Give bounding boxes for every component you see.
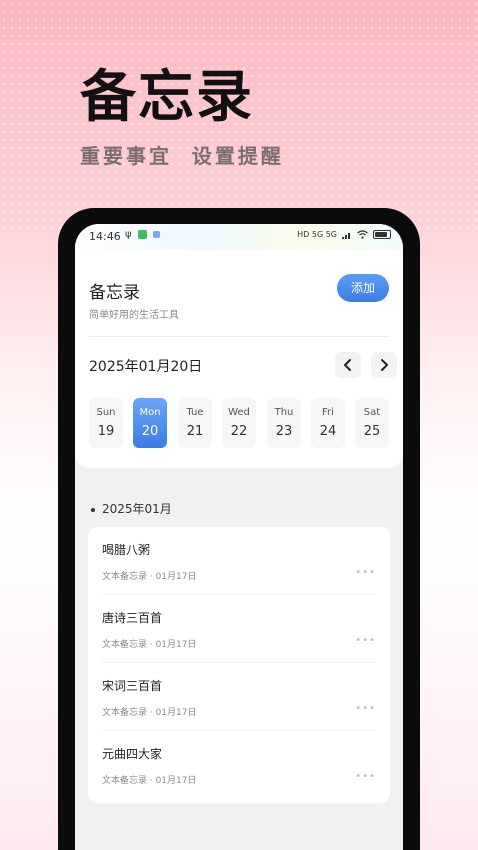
day-sun[interactable]: Sun 19 (89, 398, 123, 448)
day-name: Tue (186, 407, 204, 418)
day-thu[interactable]: Thu 23 (267, 398, 301, 448)
day-date: 22 (230, 424, 248, 439)
current-date: 2025年01月20日 (89, 359, 203, 375)
memo-item[interactable]: 宋词三百首 文本备忘录 · 01月17日 ••• (102, 663, 376, 731)
day-date: 23 (275, 424, 293, 439)
memo-title: 元曲四大家 (102, 747, 163, 761)
phone-screen: 14:46 ψ HD 5G 5G 备忘录 简单好用的生活工具 添加 2025年0… (75, 224, 403, 850)
memo-title: 喝腊八粥 (102, 543, 151, 557)
memo-title: 宋词三百首 (102, 679, 163, 693)
day-tue[interactable]: Tue 21 (178, 398, 212, 448)
day-date: 25 (363, 424, 381, 439)
signal-text: HD 5G 5G (297, 230, 337, 239)
chevron-right-icon (381, 359, 388, 371)
day-name: Wed (228, 407, 250, 418)
more-icon[interactable]: ••• (355, 567, 376, 578)
month-label: 2025年01月 (102, 502, 172, 516)
day-name: Fri (322, 407, 334, 418)
day-name: Thu (274, 407, 294, 418)
day-date: 20 (141, 424, 159, 439)
month-group-header: 2025年01月 (91, 500, 172, 517)
status-bar: 14:46 ψ HD 5G 5G (75, 224, 403, 250)
add-button[interactable]: 添加 (337, 274, 389, 302)
wifi-icon (357, 230, 368, 239)
usb-icon: ψ (125, 229, 132, 240)
divider (89, 336, 389, 337)
day-date: 21 (186, 424, 204, 439)
page-title: 备忘录 (89, 283, 140, 303)
more-icon[interactable]: ••• (355, 635, 376, 646)
prev-week-button[interactable] (335, 352, 361, 378)
memo-list: 喝腊八粥 文本备忘录 · 01月17日 ••• 唐诗三百首 文本备忘录 · 01… (88, 527, 390, 803)
battery-icon (373, 230, 391, 239)
day-date: 19 (97, 424, 115, 439)
status-right-icons: HD 5G 5G (297, 230, 391, 239)
hero-title: 备忘录 (80, 65, 254, 130)
week-strip: Sun 19 Mon 20 Tue 21 Wed 22 Thu 23 Fri 2… (89, 398, 389, 448)
memo-item[interactable]: 元曲四大家 文本备忘录 · 01月17日 ••• (102, 731, 376, 799)
signal-icon (342, 232, 350, 239)
memo-meta: 文本备忘录 · 01月17日 (102, 776, 197, 786)
day-name: Sat (363, 407, 381, 418)
memo-item[interactable]: 喝腊八粥 文本备忘录 · 01月17日 ••• (102, 527, 376, 595)
memo-title: 唐诗三百首 (102, 611, 163, 625)
day-mon-selected[interactable]: Mon 20 (133, 398, 167, 448)
day-sat[interactable]: Sat 25 (355, 398, 389, 448)
app-notification-icon-2 (152, 231, 160, 238)
header-card: 备忘录 简单好用的生活工具 添加 2025年01月20日 Sun 19 Mon … (75, 250, 403, 468)
app-notification-icon (137, 230, 147, 239)
day-date: 24 (319, 424, 337, 439)
memo-meta: 文本备忘录 · 01月17日 (102, 572, 197, 582)
status-left-icons: ψ (125, 229, 160, 240)
status-time: 14:46 (89, 230, 121, 243)
more-icon[interactable]: ••• (355, 703, 376, 714)
day-name: Mon (139, 407, 161, 418)
day-name: Sun (96, 407, 116, 418)
page-subtitle: 简单好用的生活工具 (89, 310, 179, 321)
bullet-icon (91, 507, 95, 512)
memo-meta: 文本备忘录 · 01月17日 (102, 640, 197, 650)
memo-meta: 文本备忘录 · 01月17日 (102, 708, 197, 718)
chevron-left-icon (344, 359, 351, 371)
more-icon[interactable]: ••• (355, 771, 376, 782)
day-wed[interactable]: Wed 22 (222, 398, 256, 448)
day-fri[interactable]: Fri 24 (311, 398, 345, 448)
next-week-button[interactable] (371, 352, 397, 378)
hero-subtitle: 重要事宜 设置提醒 (80, 144, 284, 168)
memo-item[interactable]: 唐诗三百首 文本备忘录 · 01月17日 ••• (102, 595, 376, 663)
